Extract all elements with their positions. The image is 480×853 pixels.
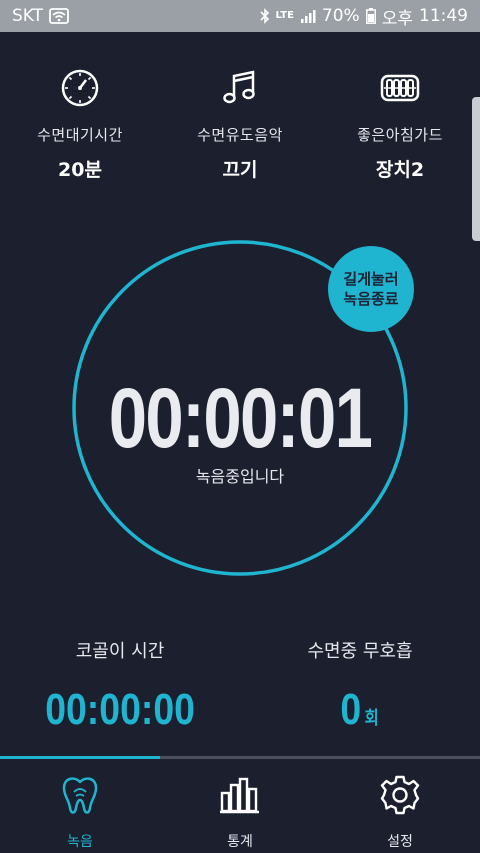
- scrollbar-thumb[interactable]: [472, 97, 480, 241]
- tab-label: 녹음: [67, 834, 93, 850]
- carrier-label: SKT: [12, 6, 44, 26]
- tab-record[interactable]: 녹음: [0, 759, 160, 853]
- long-press-stop-button[interactable]: 길게눌러 녹음종료: [328, 246, 414, 332]
- setting-morning-guard[interactable]: 좋은아침가드 장치2: [320, 66, 480, 186]
- mouthguard-icon: [378, 66, 422, 110]
- stat-label: 수면중 무호흡: [307, 641, 413, 662]
- status-bar: SKT LTE 70% 오후 11:49: [0, 0, 480, 32]
- signal-icon: [300, 9, 316, 23]
- apnea-count-stat: 수면중 무호흡 0회: [240, 637, 480, 735]
- setting-sleep-wait-time[interactable]: 수면대기시간 20분: [0, 66, 160, 186]
- settings-row: 수면대기시간 20분 수면유도음악 끄기 좋은아침가드 장치2: [0, 66, 480, 186]
- battery-icon: [365, 8, 376, 24]
- wifi-icon: [49, 8, 69, 24]
- apnea-count: 0회: [341, 685, 379, 735]
- bottom-nav: 녹음 통계 설정: [0, 759, 480, 853]
- setting-sleep-music[interactable]: 수면유도음악 끄기: [160, 66, 320, 186]
- setting-value: 끄기: [222, 159, 258, 181]
- bluetooth-icon: [259, 8, 270, 24]
- app-screen: SKT LTE 70% 오후 11:49 수면대기시간 20분 수면유도음악 끄…: [0, 0, 480, 853]
- time-ampm: 오후: [381, 8, 413, 29]
- tab-label: 통계: [227, 834, 253, 850]
- stopwatch-icon: [58, 66, 102, 110]
- apnea-count-value: 0: [340, 685, 362, 734]
- battery-percent: 70%: [321, 6, 360, 26]
- stat-label: 코골이 시간: [75, 641, 165, 662]
- music-note-icon: [218, 66, 262, 110]
- bar-chart-icon: [218, 773, 262, 817]
- sleep-stats: 코골이 시간 00:00:00 수면중 무호흡 0회: [0, 637, 480, 735]
- tab-settings[interactable]: 설정: [320, 759, 480, 853]
- setting-value: 20분: [58, 159, 102, 181]
- setting-label: 좋은아침가드: [357, 126, 443, 144]
- network-type: LTE: [275, 10, 294, 21]
- apnea-count-unit: 회: [365, 708, 380, 728]
- tab-label: 설정: [387, 834, 413, 850]
- snoring-time-value: 00:00:00: [45, 685, 195, 734]
- recording-status: 녹음중입니다: [195, 467, 285, 486]
- setting-label: 수면유도음악: [197, 126, 283, 144]
- gear-icon: [378, 773, 422, 817]
- tooth-icon: [58, 773, 102, 817]
- setting-label: 수면대기시간: [37, 126, 123, 144]
- tab-statistics[interactable]: 통계: [160, 759, 320, 853]
- snoring-time-stat: 코골이 시간 00:00:00: [0, 637, 240, 735]
- stop-button-line1: 길게눌러: [343, 270, 399, 288]
- clock-time: 11:49: [419, 6, 468, 26]
- setting-value: 장치2: [375, 159, 425, 181]
- stop-button-line2: 녹음종료: [343, 290, 399, 308]
- recording-timer: 00:00:01: [108, 371, 373, 465]
